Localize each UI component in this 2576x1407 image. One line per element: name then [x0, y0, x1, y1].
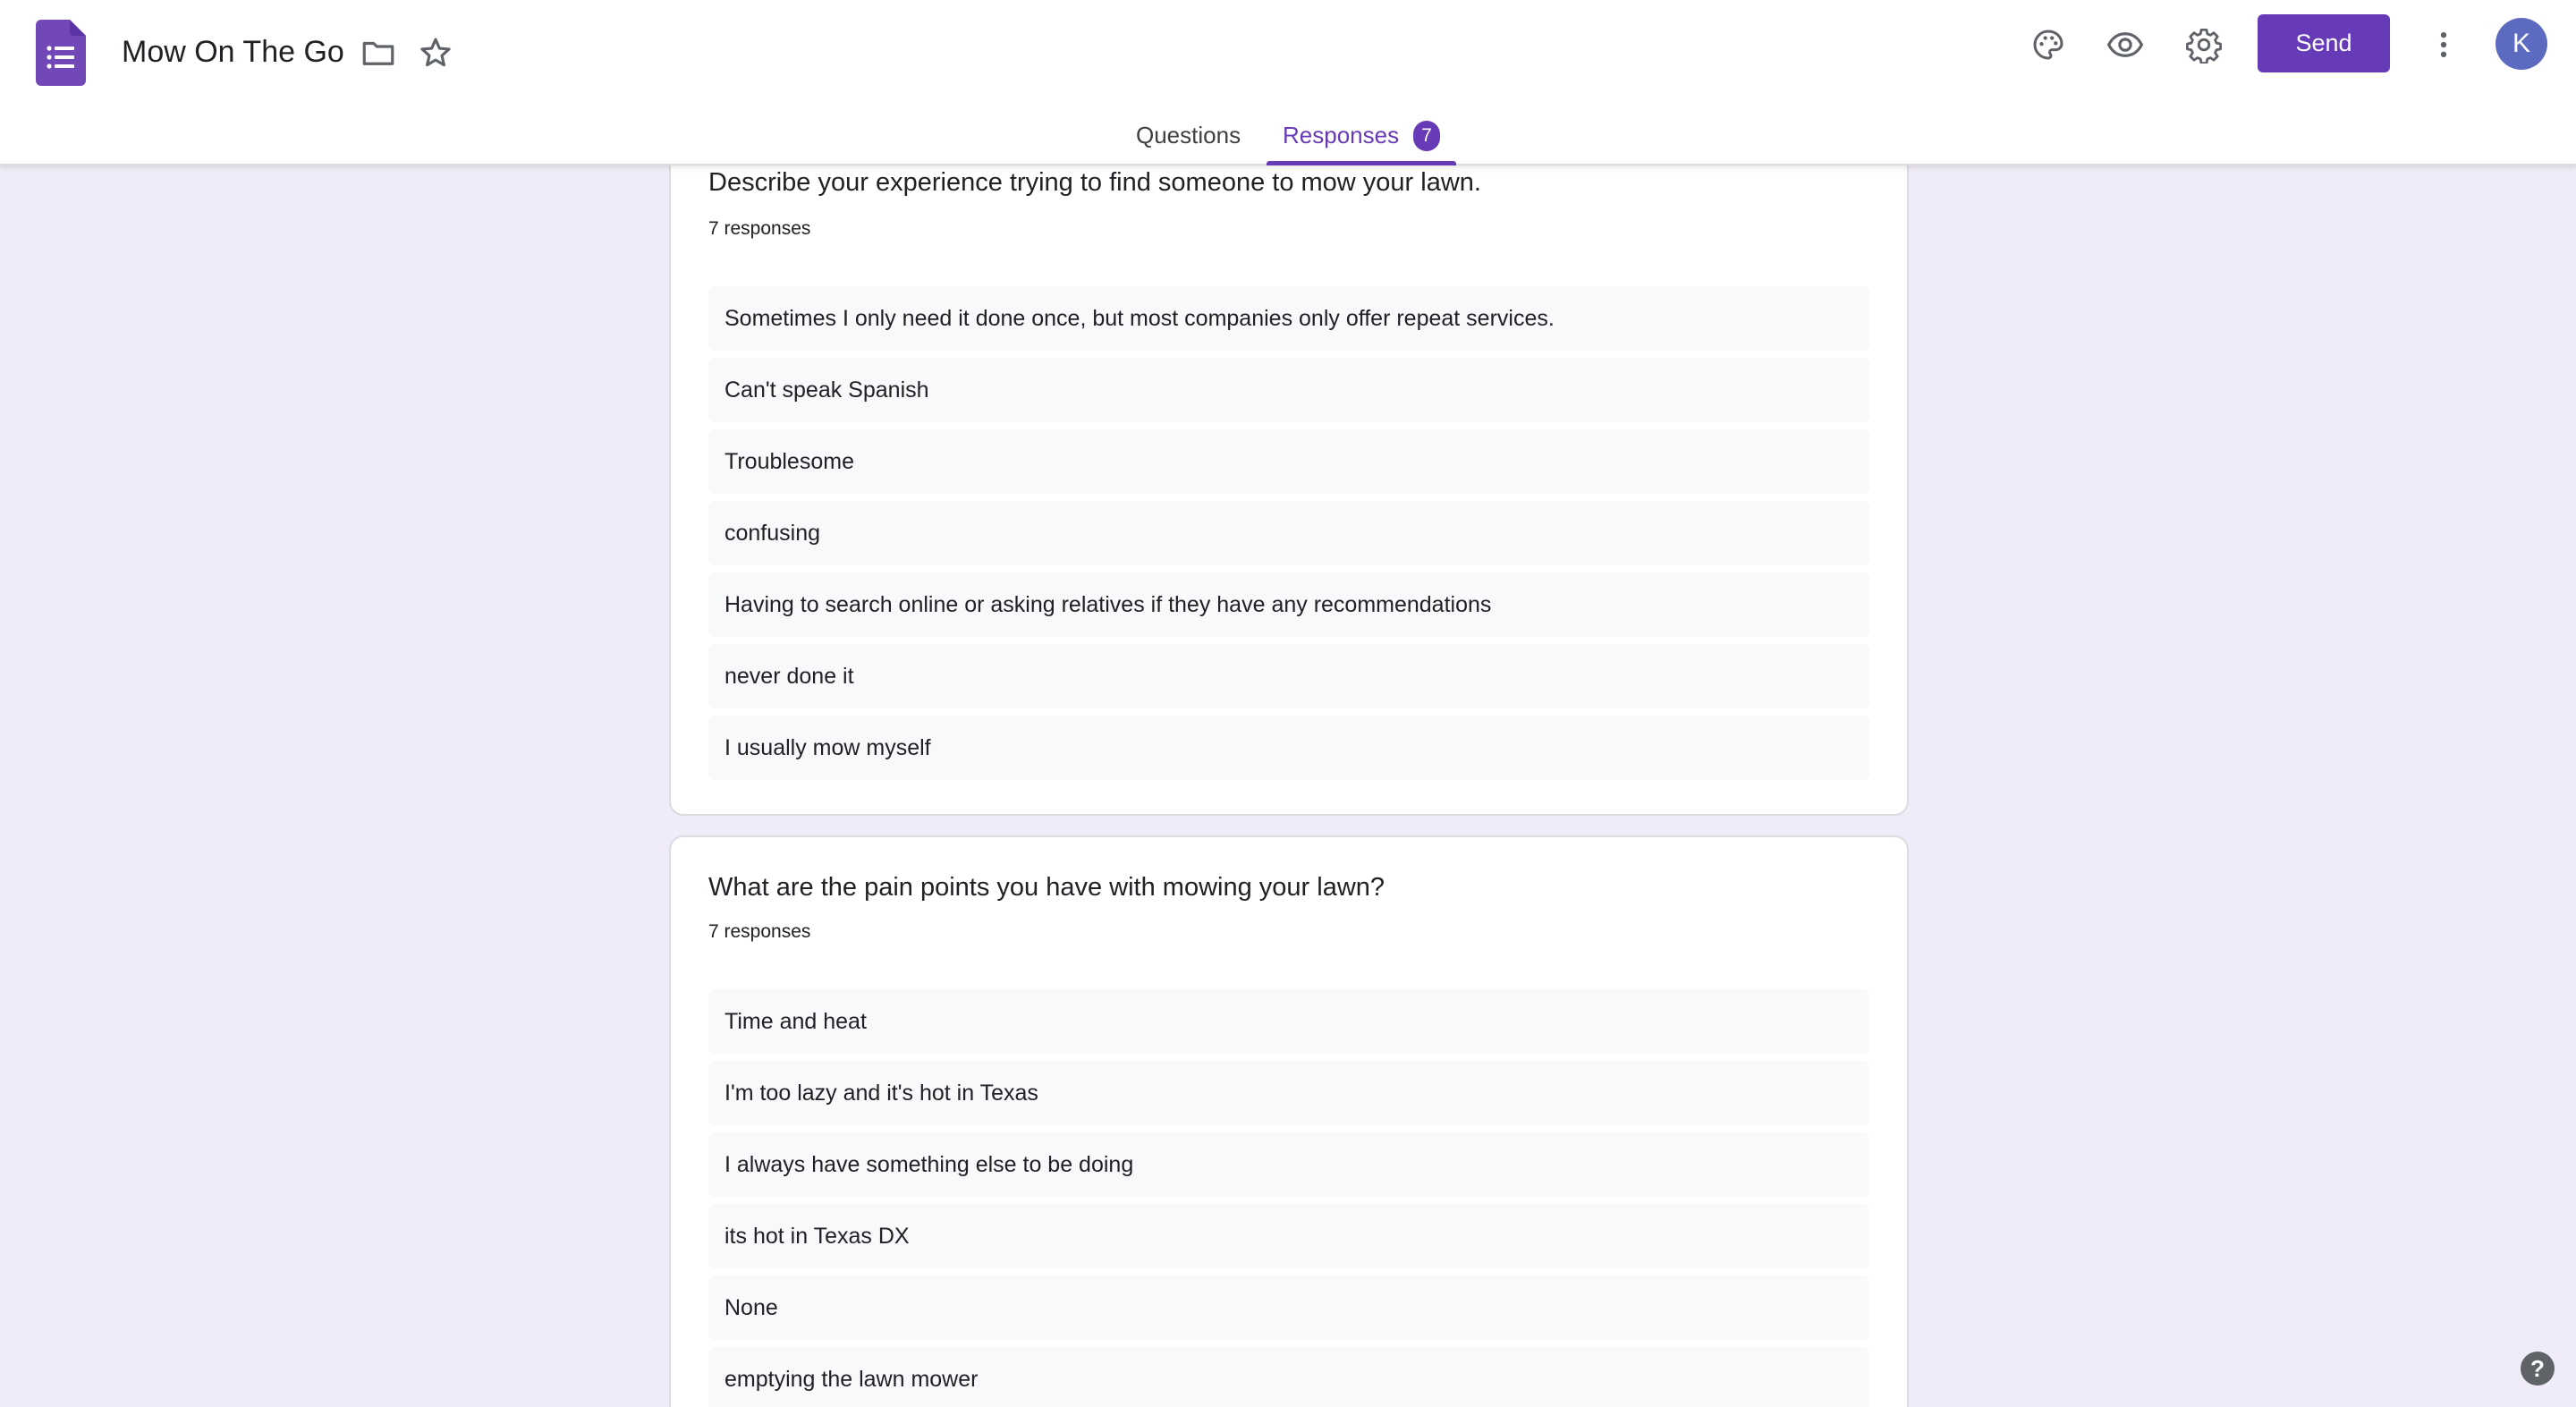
- response-item: Can't speak Spanish: [708, 358, 1869, 422]
- help-icon[interactable]: ?: [2521, 1352, 2555, 1386]
- response-item: never done it: [708, 644, 1869, 708]
- response-card: What are the pain points you have with m…: [669, 835, 1909, 1407]
- response-item: emptying the lawn mower: [708, 1347, 1869, 1407]
- folder-icon[interactable]: [360, 34, 397, 72]
- forms-doc-icon[interactable]: [36, 20, 86, 86]
- response-item: None: [708, 1276, 1869, 1340]
- response-item: I always have something else to be doing: [708, 1132, 1869, 1197]
- tab-questions[interactable]: Questions: [1136, 122, 1241, 149]
- tab-bar: Questions Responses 7: [0, 114, 2576, 165]
- responses-count-badge: 7: [1413, 121, 1440, 151]
- more-vert-icon[interactable]: [2422, 23, 2465, 66]
- response-item: Troublesome: [708, 429, 1869, 494]
- response-item: Sometimes I only need it done once, but …: [708, 286, 1869, 351]
- form-title[interactable]: Mow On The Go: [122, 32, 344, 72]
- eye-icon[interactable]: [2104, 23, 2147, 66]
- gear-icon[interactable]: [2182, 23, 2225, 66]
- response-item: I'm too lazy and it's hot in Texas: [708, 1061, 1869, 1125]
- response-list: Sometimes I only need it done once, but …: [708, 286, 1869, 787]
- response-item: its hot in Texas DX: [708, 1204, 1869, 1268]
- response-item: confusing: [708, 501, 1869, 565]
- question-title: What are the pain points you have with m…: [708, 873, 1385, 902]
- active-tab-indicator: [1267, 161, 1456, 165]
- palette-icon[interactable]: [2027, 23, 2070, 66]
- response-card: Describe your experience trying to find …: [669, 134, 1909, 816]
- app-header: Mow On The Go Send K Questions Responses…: [0, 0, 2576, 165]
- response-list: Time and heat I'm too lazy and it's hot …: [708, 989, 1869, 1407]
- response-item: I usually mow myself: [708, 716, 1869, 780]
- tab-responses[interactable]: Responses: [1283, 122, 1399, 149]
- star-icon[interactable]: [417, 34, 454, 72]
- question-title: Describe your experience trying to find …: [708, 168, 1481, 197]
- response-count: 7 responses: [708, 921, 811, 942]
- response-item: Having to search online or asking relati…: [708, 572, 1869, 637]
- response-count: 7 responses: [708, 218, 811, 239]
- avatar[interactable]: K: [2496, 18, 2547, 70]
- response-item: Time and heat: [708, 989, 1869, 1054]
- send-button[interactable]: Send: [2258, 14, 2390, 72]
